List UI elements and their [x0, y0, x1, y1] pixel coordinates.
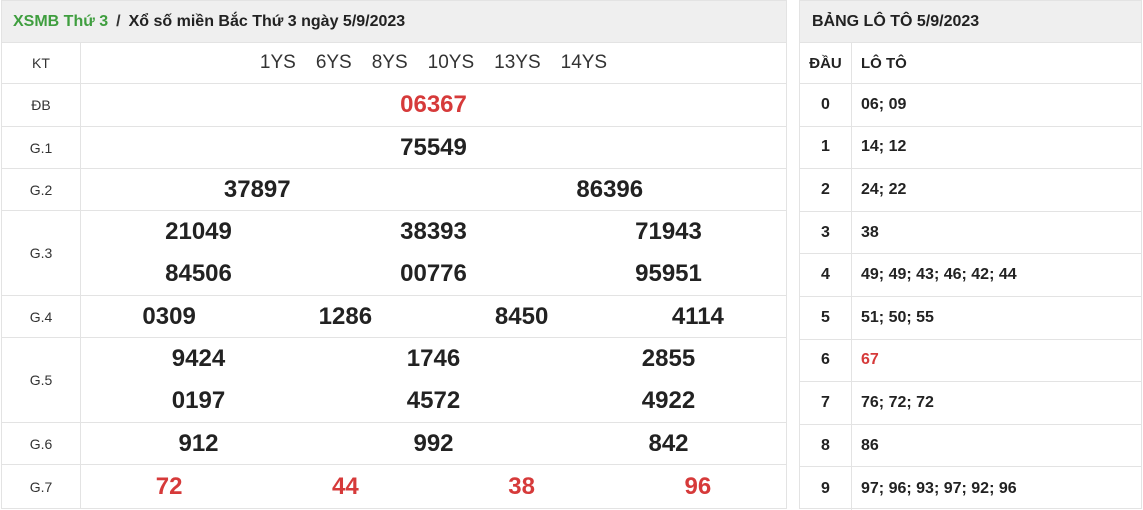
loto-dau: 5 — [800, 296, 852, 339]
loto-values: 51; 50; 55 — [861, 308, 934, 326]
prize-number: 842 — [648, 429, 689, 457]
prize-label-g3: G.3 — [2, 211, 81, 295]
loto-title: BẢNG LÔ TÔ 5/9/2023 — [800, 1, 1141, 43]
loto-row: 1 14; 12 — [800, 126, 1141, 170]
loto-values: 14; 12 — [861, 138, 907, 156]
prize-number: 912 — [178, 429, 219, 457]
loto-values: 86 — [861, 436, 879, 454]
prize-number: 1286 — [318, 302, 373, 330]
loto-values: 49; 49; 43; 46; 42; 44 — [861, 266, 1017, 284]
loto-header-row: ĐẦU LÔ TÔ — [800, 43, 1141, 84]
breadcrumb-current: Xổ số miền Bắc Thứ 3 ngày 5/9/2023 — [128, 12, 406, 30]
kt-code: 13YS — [494, 52, 541, 73]
prize-label-g2: G.2 — [2, 169, 81, 210]
breadcrumb-separator: / — [116, 12, 121, 30]
row-g4: G.4 0309 1286 8450 4114 — [2, 296, 786, 338]
prize-number: 96 — [684, 472, 712, 500]
prize-number: 72 — [155, 472, 183, 500]
prize-number: 38393 — [400, 218, 467, 245]
prize-label-kt: KT — [2, 43, 81, 83]
loto-row: 8 86 — [800, 424, 1141, 468]
prize-label-g1: G.1 — [2, 127, 81, 168]
prize-number: 0309 — [142, 302, 196, 330]
prize-number: 86396 — [576, 175, 644, 203]
prize-number: 0197 — [171, 387, 226, 414]
breadcrumb: XSMB Thứ 3 / Xổ số miền Bắc Thứ 3 ngày 5… — [2, 1, 786, 43]
prize-label-db: ĐB — [2, 84, 81, 126]
prize-label-g7: G.7 — [2, 465, 81, 508]
kt-code: 10YS — [427, 52, 475, 73]
loto-dau: 3 — [800, 211, 852, 254]
loto-dau: 7 — [800, 382, 852, 424]
prize-number: 84506 — [165, 260, 232, 287]
loto-values: 97; 96; 93; 97; 92; 96 — [861, 479, 1017, 497]
loto-dau: 8 — [800, 424, 852, 467]
prize-number: 1746 — [406, 345, 461, 372]
loto-dau: 4 — [800, 254, 852, 296]
loto-values-col: LÔ TÔ — [861, 54, 907, 72]
loto-row: 6 67 — [800, 339, 1141, 383]
prize-label-g5: G.5 — [2, 338, 81, 422]
loto-row: 5 51; 50; 55 — [800, 296, 1141, 340]
row-g2: G.2 37897 86396 — [2, 169, 786, 211]
loto-dau: 6 — [800, 339, 852, 382]
row-g1: G.1 75549 — [2, 127, 786, 169]
loto-dau: 2 — [800, 169, 852, 211]
prize-number: 992 — [413, 429, 454, 457]
loto-row: 7 76; 72; 72 — [800, 382, 1141, 425]
row-kt: KT 1YS 6YS 8YS 10YS 13YS 14YS — [2, 43, 786, 84]
prize-number: 4572 — [406, 387, 461, 414]
row-g7: G.7 72 44 38 96 — [2, 465, 786, 508]
prize-number: 4114 — [671, 302, 724, 330]
prize-number: 9424 — [171, 345, 226, 372]
loto-dau: 0 — [800, 84, 852, 126]
prize-number: 38 — [508, 472, 535, 500]
kt-code: 14YS — [560, 52, 608, 73]
loto-dau: 1 — [800, 126, 852, 169]
prize-number: 95951 — [635, 260, 702, 287]
loto-row: 9 97; 96; 93; 97; 92; 96 — [800, 467, 1141, 510]
row-db: ĐB 06367 — [2, 84, 786, 127]
kt-code: 6YS — [315, 52, 352, 73]
prize-number: 2855 — [641, 345, 696, 372]
loto-values-highlight: 67 — [861, 351, 879, 369]
prize-number: 00776 — [400, 260, 467, 287]
kt-code: 8YS — [371, 52, 408, 73]
kt-code: 1YS — [259, 52, 296, 73]
special-prize-number: 06367 — [400, 91, 467, 118]
prize-number: 75549 — [400, 133, 467, 161]
prize-label-g6: G.6 — [2, 423, 81, 464]
prize-number: 8450 — [494, 302, 549, 330]
loto-values: 06; 09 — [861, 95, 907, 113]
results-panel: XSMB Thứ 3 / Xổ số miền Bắc Thứ 3 ngày 5… — [1, 0, 787, 509]
prize-number: 71943 — [635, 218, 702, 245]
breadcrumb-link-xsmb[interactable]: XSMB Thứ 3 — [13, 13, 108, 31]
prize-number: 4922 — [641, 387, 696, 414]
prize-number: 21049 — [165, 218, 232, 245]
row-g6: G.6 912 992 842 — [2, 423, 786, 465]
loto-row: 4 49; 49; 43; 46; 42; 44 — [800, 254, 1141, 297]
loto-head-col: ĐẦU — [800, 43, 852, 83]
loto-panel: BẢNG LÔ TÔ 5/9/2023 ĐẦU LÔ TÔ 0 06; 09 1… — [799, 0, 1142, 510]
prize-number: 44 — [332, 472, 359, 500]
prize-number: 37897 — [223, 175, 291, 203]
loto-row: 0 06; 09 — [800, 84, 1141, 127]
loto-dau: 9 — [800, 467, 852, 510]
kt-codes: 1YS 6YS 8YS 10YS 13YS 14YS — [81, 43, 786, 83]
loto-row: 3 38 — [800, 211, 1141, 255]
loto-values: 76; 72; 72 — [861, 393, 934, 411]
row-g5: G.5 9424 1746 2855 0197 4572 4922 — [2, 338, 786, 423]
prize-label-g4: G.4 — [2, 296, 81, 337]
loto-row: 2 24; 22 — [800, 169, 1141, 212]
row-g3: G.3 21049 38393 71943 84506 00776 95951 — [2, 211, 786, 296]
loto-values: 38 — [861, 223, 879, 241]
loto-values: 24; 22 — [861, 180, 907, 198]
